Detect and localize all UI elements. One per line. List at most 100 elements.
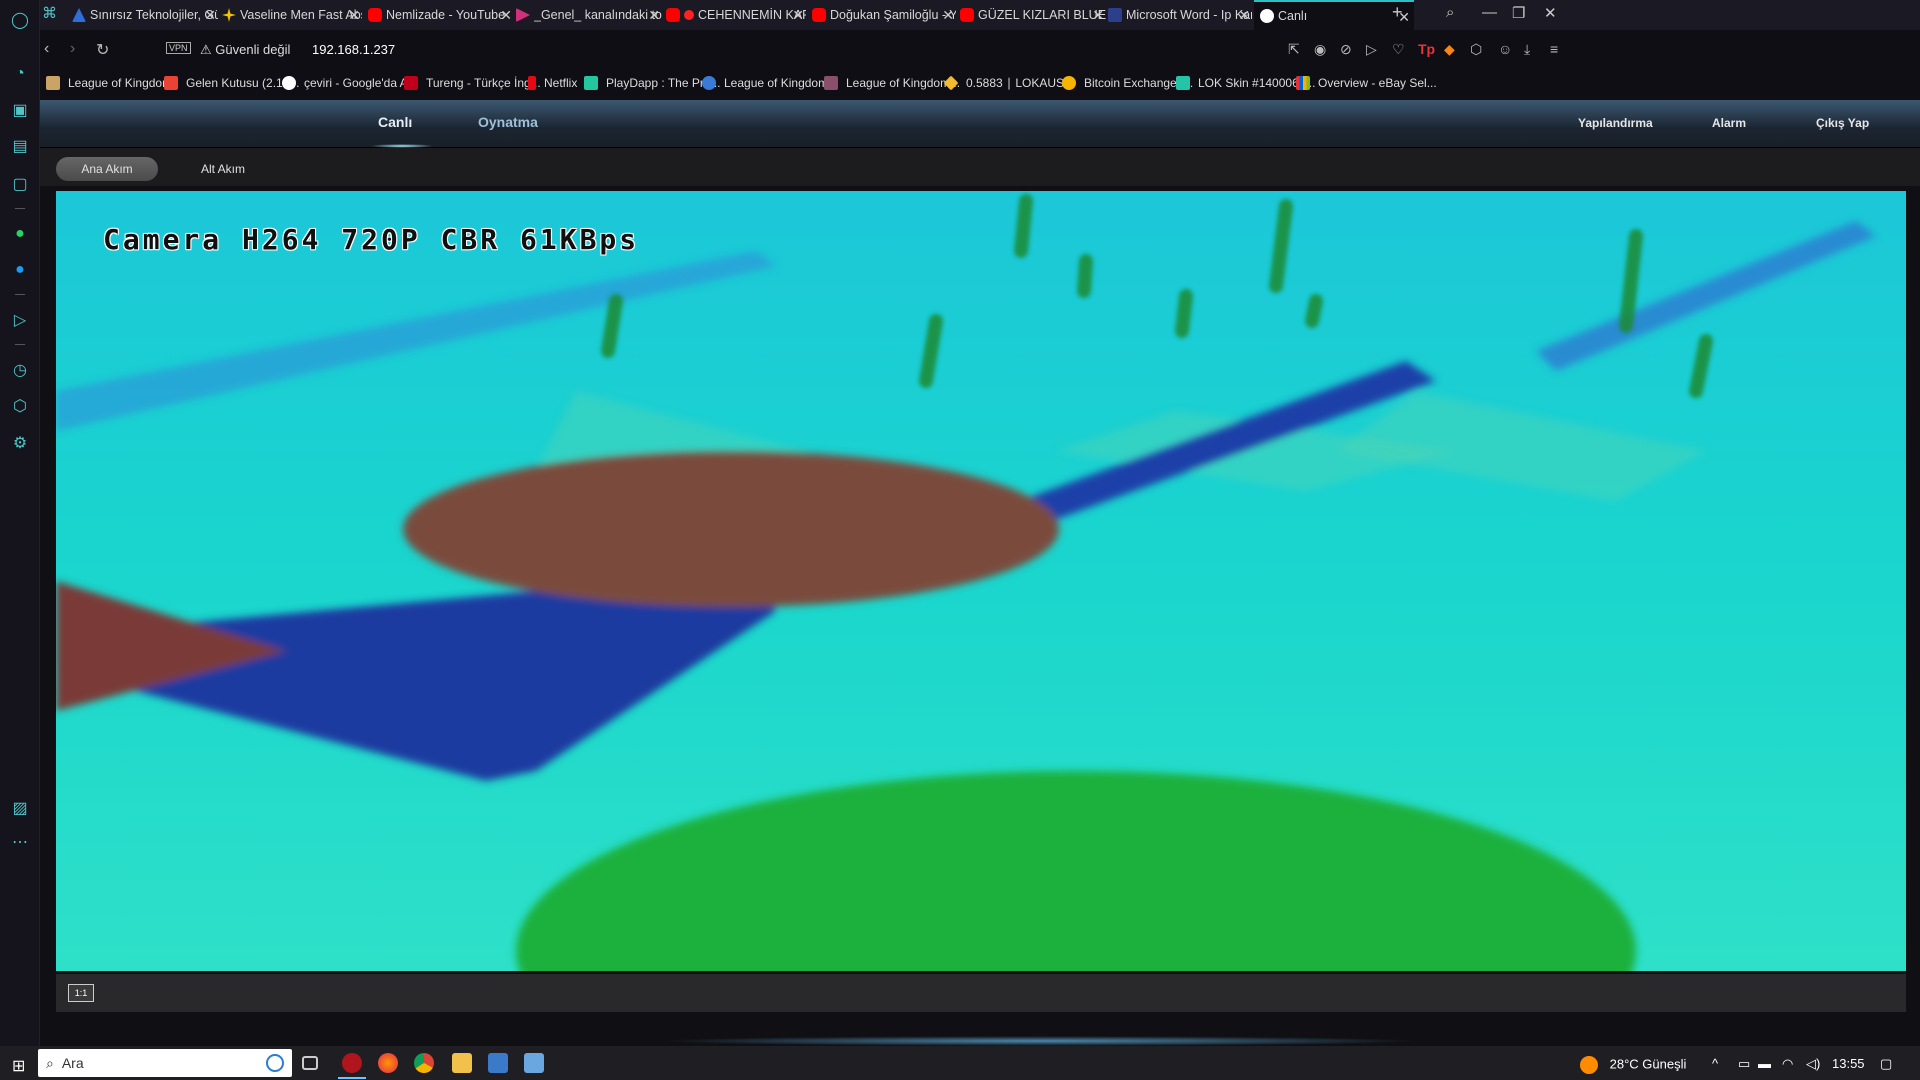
speed-dial-icon[interactable]: ◔ <box>8 62 32 86</box>
minimize-icon[interactable]: — <box>1482 4 1497 21</box>
share-icon[interactable]: ⇱ <box>1288 41 1300 58</box>
more-options-icon[interactable]: ⋯ <box>8 830 32 854</box>
notification-icon[interactable]: ▢ <box>1880 1056 1892 1072</box>
bookmark-item[interactable]: LOK Skin #1400066... <box>1176 75 1315 91</box>
restore-icon[interactable]: ❐ <box>1512 4 1525 22</box>
bookmark-label: 0.5883 ∣ LOKAUS... <box>966 76 1075 90</box>
download-icon[interactable]: ⤓ <box>1524 41 1530 58</box>
close-tab-icon[interactable]: ✕ <box>1238 7 1250 24</box>
close-tab-icon[interactable]: ✕ <box>942 7 954 24</box>
task-view-icon[interactable] <box>302 1056 318 1070</box>
extensions-cube-icon[interactable]: ⬡ <box>8 394 32 418</box>
windows-start-icon[interactable]: ⊞ <box>12 1056 25 1076</box>
opera-taskbar-icon[interactable] <box>338 1053 366 1079</box>
extensions-icon[interactable]: ⬡ <box>1470 41 1482 58</box>
wifi-icon[interactable]: ◠ <box>1782 1056 1793 1072</box>
nav-alarm[interactable]: Alarm <box>1712 116 1746 130</box>
security-warning[interactable]: ⚠ Güvenli değil <box>200 42 290 58</box>
sub-stream-button[interactable]: Alt Akım <box>188 157 258 181</box>
player-icon[interactable]: ▷ <box>8 308 32 332</box>
youtube-icon <box>368 8 382 22</box>
bookmark-item[interactable]: çeviri - Google'da A... <box>282 75 418 91</box>
tab-8-active[interactable]: Canlı ✕ <box>1254 0 1414 30</box>
close-tab-icon[interactable]: ✕ <box>204 7 216 24</box>
network-app-icon[interactable] <box>524 1053 544 1073</box>
nav-live[interactable]: Canlı <box>378 114 412 130</box>
tab-0[interactable]: Sınırsız Teknolojiler, Gü ✕ <box>72 0 218 30</box>
close-tab-icon[interactable]: ✕ <box>1092 7 1104 24</box>
close-tab-icon[interactable]: ✕ <box>500 7 512 24</box>
file-explorer-icon[interactable] <box>452 1053 472 1073</box>
settings-gear-icon[interactable]: ⚙ <box>8 431 32 455</box>
twitch-icon[interactable]: ▤ <box>8 134 32 158</box>
tab-6[interactable]: GÜZEL KIZLARI BLUETO ✕ <box>960 0 1106 30</box>
extension-tp-icon[interactable]: Tp <box>1418 41 1435 57</box>
url-field[interactable]: 192.168.1.237 <box>312 42 395 57</box>
adblock-icon[interactable]: ⊘ <box>1340 41 1352 58</box>
snapshot-icon[interactable]: ◉ <box>1314 41 1326 58</box>
close-tab-icon[interactable]: ✕ <box>648 7 660 24</box>
taskbar-search-box[interactable]: ⌕ Ara <box>38 1049 292 1077</box>
shopping-bag-icon[interactable]: ▣ <box>8 98 32 122</box>
tab-title: Microsoft Word - Ip Kar <box>1126 8 1252 22</box>
forward-icon[interactable]: › <box>70 40 75 58</box>
volume-icon[interactable]: ◁) <box>1806 1056 1820 1072</box>
chrome-icon[interactable] <box>414 1053 434 1073</box>
tab-1[interactable]: Vaseline Men Fast Abso ✕ <box>222 0 362 30</box>
device-icon[interactable]: ▭ <box>1738 1056 1750 1072</box>
bookmark-item[interactable]: PlayDapp : The Pre... <box>584 75 721 91</box>
show-hidden-icons[interactable]: ^ <box>1712 1056 1718 1071</box>
bookmark-item[interactable]: 0.5883 ∣ LOKAUS... <box>943 75 1075 91</box>
bookmark-item[interactable]: League of Kingdom... <box>702 75 838 91</box>
clock[interactable]: 13:55 <box>1832 1056 1865 1071</box>
gallery-icon[interactable]: ▨ <box>8 796 32 820</box>
close-tab-icon[interactable]: ✕ <box>792 7 804 24</box>
tab-3[interactable]: _Genel_ kanalındaki top ✕ <box>516 0 662 30</box>
send-icon[interactable]: ▷ <box>1366 41 1377 58</box>
back-icon[interactable]: ‹ <box>44 40 49 58</box>
tab-4[interactable]: CEHENNEMİN KAPI ✕ <box>666 0 806 30</box>
tab-5[interactable]: Doğukan Şamiloğlu - Yo ✕ <box>812 0 956 30</box>
tab-7[interactable]: Microsoft Word - Ip Kar ✕ <box>1108 0 1252 30</box>
close-window-icon[interactable]: ✕ <box>1544 4 1557 22</box>
tab-2[interactable]: Nemlizade - YouTube ✕ <box>368 0 514 30</box>
weather-widget[interactable]: 28°C Güneşli <box>1580 1056 1686 1074</box>
bookmark-item[interactable]: Bitcoin Exchange |... <box>1062 75 1193 91</box>
bookmark-item[interactable]: Netflix <box>528 75 577 91</box>
new-tab-icon[interactable]: + <box>1392 2 1403 23</box>
bookmark-item[interactable]: League of Kingdom... <box>824 75 960 91</box>
workspace-icon[interactable]: ⌘ <box>42 4 57 22</box>
heart-icon[interactable]: ♡ <box>1392 41 1405 58</box>
nav-logout[interactable]: Çıkış Yap <box>1816 116 1869 130</box>
profile-icon[interactable]: ☺ <box>1498 41 1512 57</box>
main-stream-button[interactable]: Ana Akım <box>56 157 158 181</box>
firefox-icon[interactable] <box>378 1053 398 1073</box>
battery-icon[interactable]: ▬ <box>1758 1056 1771 1071</box>
search-tabs-icon[interactable]: ⌕ <box>1446 4 1454 21</box>
close-tab-icon[interactable]: ✕ <box>348 7 360 24</box>
bookmark-item[interactable]: Overview - eBay Sel... <box>1296 75 1437 91</box>
original-size-button[interactable]: 1:1 <box>68 984 94 1002</box>
tab-title: Doğukan Şamiloğlu - Yo <box>830 8 956 22</box>
live-video-view[interactable]: Camera H264 720P CBR 61KBps <box>56 191 1906 971</box>
nav-config[interactable]: Yapılandırma <box>1578 116 1653 130</box>
crypto-wallet-icon[interactable]: ▢ <box>8 172 32 196</box>
bing-icon[interactable] <box>266 1054 284 1072</box>
app-icon[interactable] <box>488 1053 508 1073</box>
twitter-icon[interactable]: ● <box>8 258 32 282</box>
browser-sidebar: ◯ ◔ ▣ ▤ ▢ ● ● ▷ ◷ ⬡ ⚙ ▨ ⋯ <box>0 0 40 1046</box>
opera-logo-icon[interactable]: ◯ <box>8 8 32 32</box>
whatsapp-icon[interactable]: ● <box>8 222 32 246</box>
nav-playback[interactable]: Oynatma <box>478 114 538 130</box>
metamask-icon[interactable]: ◆ <box>1444 41 1455 58</box>
reload-icon[interactable]: ↻ <box>96 40 109 60</box>
playdapp-icon <box>584 76 598 90</box>
bookmark-item[interactable]: Gelen Kutusu (2.18... <box>164 75 299 91</box>
bookmark-item[interactable]: League of Kingdoms <box>46 75 178 91</box>
history-icon[interactable]: ◷ <box>8 358 32 382</box>
tureng-icon <box>404 76 418 90</box>
vpn-badge[interactable]: VPN <box>166 42 191 54</box>
menu-icon[interactable]: ≡ <box>1550 41 1558 57</box>
bookmark-item[interactable]: Tureng - Türkçe İng... <box>404 75 541 91</box>
tab-title: GÜZEL KIZLARI BLUETO <box>978 8 1106 22</box>
